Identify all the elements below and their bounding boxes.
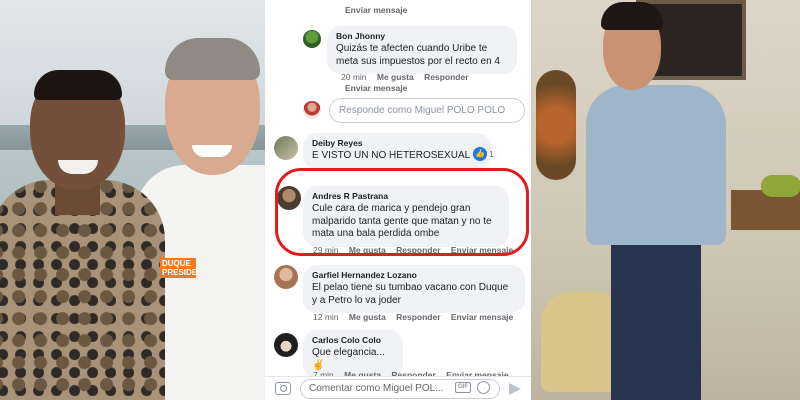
- comment-time: 20 min: [341, 72, 367, 82]
- avatar-garfiel-hernandez[interactable]: [274, 265, 298, 289]
- comment-0-actions: Enviar mensaje: [345, 5, 415, 15]
- comment-author[interactable]: Deiby Reyes: [312, 138, 482, 149]
- comment-text: Quizás te afecten cuando Uribe te meta s…: [336, 43, 500, 67]
- fruit-bowl: [761, 175, 800, 197]
- send-message-link[interactable]: Enviar mensaje: [451, 312, 513, 322]
- campaign-badge: DUQUE PRESIDENTE: [160, 258, 196, 278]
- avatar-bon-jhonny[interactable]: [303, 30, 321, 48]
- person-blue-shirt: [586, 85, 726, 245]
- comment-composer-bar: Comentar como Miguel POL... GIF: [265, 376, 531, 400]
- badge-line-1: DUQUE: [162, 259, 191, 268]
- comment-author[interactable]: Carlos Colo Colo: [312, 335, 394, 346]
- comment-author[interactable]: Bon Jhonny: [336, 31, 508, 42]
- comment-bubble-deiby-reyes: Deiby Reyes E VISTO UN NO HETEROSEXUAL: [303, 133, 491, 169]
- comment-text: E VISTO UN NO HETEROSEXUAL: [312, 150, 471, 161]
- right-photo: [531, 0, 800, 400]
- avatar-carlos-colo-colo[interactable]: [274, 333, 298, 357]
- comment-actions: 12 min Me gusta Responder Enviar mensaje: [313, 312, 521, 322]
- reply-row: Responde como Miguel POLO POLO: [301, 98, 531, 124]
- like-link[interactable]: Me gusta: [377, 72, 414, 82]
- reply-link[interactable]: Responder: [396, 312, 440, 322]
- send-message-link[interactable]: Enviar mensaje: [345, 5, 407, 15]
- send-message-link[interactable]: Enviar mensaje: [345, 83, 407, 93]
- gif-icon[interactable]: GIF: [455, 382, 471, 393]
- comment-text: Que elegancia...✌: [312, 347, 385, 371]
- person-smile-right: [192, 145, 232, 157]
- person-hair: [601, 2, 663, 30]
- camera-icon[interactable]: [275, 382, 291, 395]
- avatar-deiby-reyes[interactable]: [274, 136, 298, 160]
- person-hair-left: [34, 70, 122, 100]
- comment-bubble-garfiel-hernandez: Garfiel Hernandez Lozano El pelao tiene …: [303, 265, 525, 313]
- reply-input[interactable]: Responde como Miguel POLO POLO: [329, 98, 525, 123]
- like-link[interactable]: Me gusta: [349, 312, 386, 322]
- red-highlight-outline: [275, 168, 529, 256]
- comment-bubble-bon-jhonny: Bon Jhonny Quizás te afecten cuando Urib…: [327, 26, 517, 74]
- reply-link[interactable]: Responder: [424, 72, 468, 82]
- decorative-plant: [536, 70, 576, 180]
- send-icon[interactable]: [509, 383, 521, 395]
- person-jeans: [611, 235, 701, 400]
- like-reaction-icon[interactable]: 👍: [473, 147, 487, 161]
- comment-actions-second-row: Enviar mensaje: [345, 83, 415, 93]
- reaction-count[interactable]: 1: [489, 149, 494, 159]
- comment-author[interactable]: Garfiel Hernandez Lozano: [312, 270, 516, 281]
- emoji-icon[interactable]: [477, 381, 490, 394]
- avatar-current-user: [303, 101, 321, 119]
- badge-line-2: PRESIDENTE: [162, 268, 196, 277]
- person-hair-right: [165, 38, 260, 80]
- comment-time: 12 min: [313, 312, 339, 322]
- comment-actions: 20 min Me gusta Responder: [341, 72, 477, 82]
- left-photo: DUQUE PRESIDENTE: [0, 0, 265, 400]
- comment-text: El pelao tiene su tumbao vacano con Duqu…: [312, 282, 509, 306]
